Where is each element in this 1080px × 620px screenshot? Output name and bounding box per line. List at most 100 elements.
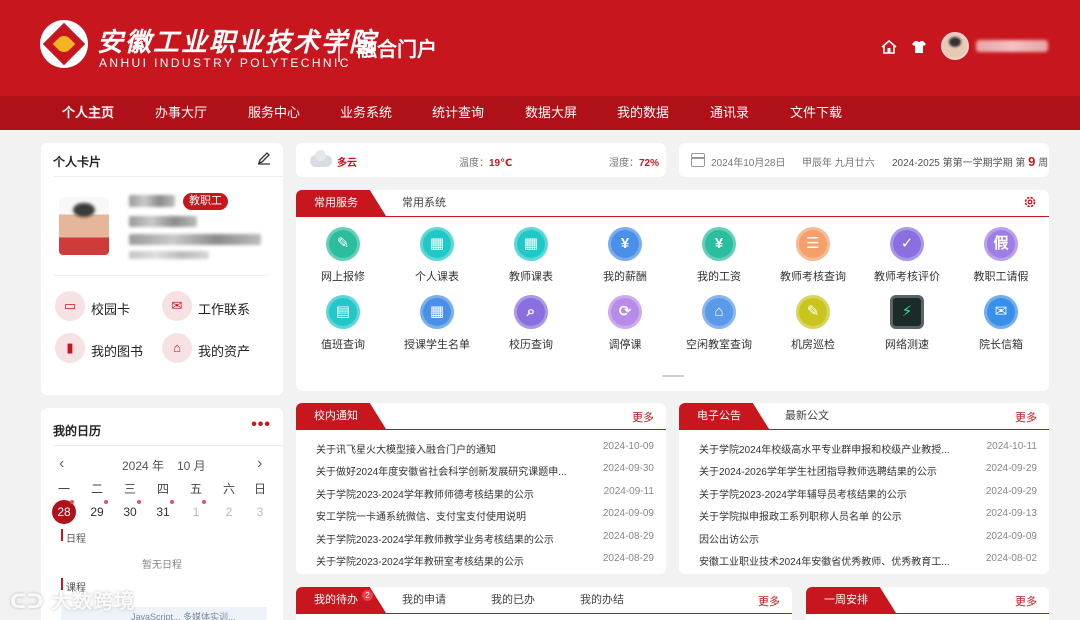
user-avatar[interactable] xyxy=(941,32,969,60)
list-item[interactable]: 关于讯飞星火大模型接入融合门户的通知 2024-10-09 xyxy=(316,441,654,457)
tab-campus-notices[interactable]: 校内通知 xyxy=(296,403,386,429)
service-icon: ⌂ xyxy=(702,295,736,329)
school-logo[interactable] xyxy=(40,20,88,68)
divider xyxy=(53,445,283,446)
list-item[interactable]: 安徽工业职业技术2024年安徽省优秀教师、优秀教育工... 2024-08-02 xyxy=(699,553,1037,569)
next-month-icon[interactable]: › xyxy=(257,455,262,473)
week-more-link[interactable]: 更多 xyxy=(1015,593,1037,609)
service-item[interactable]: ¥ 我的工资 xyxy=(677,227,761,284)
list-item-title: 关于2024-2026学年学生社团指导教师选聘结果的公示 xyxy=(699,467,937,479)
weekday-label: 一 xyxy=(57,482,70,496)
service-label: 教师考核评价 xyxy=(874,271,940,283)
weekday-label: 三 xyxy=(123,482,136,496)
list-item-date: 2024-09-09 xyxy=(602,508,654,520)
list-item-date: 2024-09-30 xyxy=(602,463,654,475)
profile-photo xyxy=(59,197,109,255)
event-dot xyxy=(170,500,174,504)
list-item[interactable]: 关于学院2023-2024学年教研室考核结果的公示 2024-08-29 xyxy=(316,553,654,569)
service-item[interactable]: ¥ 我的薪酬 xyxy=(583,227,667,284)
tab-underline xyxy=(296,613,792,614)
tab-underline xyxy=(296,216,1049,217)
my-assets-label: 我的资产 xyxy=(198,344,251,359)
weekday-label: 六 xyxy=(222,482,235,496)
service-item[interactable]: ☰ 教师考核查询 xyxy=(771,227,855,284)
school-name-en: ANHUI INDUSTRY POLYTECHNIC xyxy=(99,56,351,70)
todo-more-link[interactable]: 更多 xyxy=(758,593,780,609)
nav-item-downloads[interactable]: 文件下载 xyxy=(790,96,842,130)
role-badge: 教职工 xyxy=(183,193,228,210)
list-item-title: 关于学院2023-2024学年教师教学业务考核结果的公示 xyxy=(316,534,554,546)
list-item[interactable]: 关于2024-2026学年学生社团指导教师选聘结果的公示 2024-09-29 xyxy=(699,463,1037,479)
announcements-more-link[interactable]: 更多 xyxy=(1015,409,1037,425)
nav-item-service-center[interactable]: 服务中心 xyxy=(248,96,300,130)
list-item-title: 关于讯飞星火大模型接入融合门户的通知 xyxy=(316,445,496,456)
nav-item-home[interactable]: 个人主页 xyxy=(62,96,114,130)
week-number: 9 xyxy=(1028,154,1036,169)
tab-common-services[interactable]: 常用服务 xyxy=(296,190,386,216)
header-divider xyxy=(338,32,340,62)
tab-my-completed[interactable]: 我的办结 xyxy=(580,587,624,613)
humidity-value: 72% xyxy=(639,158,660,169)
service-label: 教师考核查询 xyxy=(780,271,846,283)
service-item[interactable]: ▦ 个人课表 xyxy=(395,227,479,284)
temperature-value: 19℃ xyxy=(489,158,513,169)
tab-weekly-schedule[interactable]: 一周安排 xyxy=(806,587,896,613)
tab-e-announcements[interactable]: 电子公告 xyxy=(679,403,769,429)
tab-my-done[interactable]: 我的已办 xyxy=(491,587,535,613)
list-item[interactable]: 关于学院2023-2024学年教师教学业务考核结果的公示 2024-08-29 xyxy=(316,531,654,547)
service-item[interactable]: ✉ 院长信箱 xyxy=(959,295,1043,352)
temperature: 温度：19℃ xyxy=(459,154,512,169)
week-schedule-card: 一周安排 更多 xyxy=(806,587,1049,620)
service-label: 我的工资 xyxy=(697,271,741,283)
more-icon[interactable]: ••• xyxy=(251,416,271,434)
nav-item-service-hall[interactable]: 办事大厅 xyxy=(155,96,207,130)
list-item[interactable]: 因公出访公示 2024-09-09 xyxy=(699,531,1037,547)
service-item[interactable]: ▤ 值班查询 xyxy=(301,295,385,352)
service-icon: ☰ xyxy=(796,227,830,261)
list-item[interactable]: 安工学院一卡通系统微信、支付宝支付使用说明 2024-09-09 xyxy=(316,508,654,524)
calendar-day[interactable]: 2 xyxy=(217,500,241,524)
nav-item-statistics[interactable]: 统计查询 xyxy=(432,96,484,130)
service-item[interactable]: ✎ 机房巡检 xyxy=(771,295,855,352)
nav-item-contacts[interactable]: 通讯录 xyxy=(710,96,749,130)
list-item[interactable]: 关于做好2024年度安徽省社会科学创新发展研究课题申... 2024-09-30 xyxy=(316,463,654,479)
service-item[interactable]: ⌂ 空闲教室查询 xyxy=(677,295,761,352)
service-label: 网络测速 xyxy=(885,339,929,351)
nav-item-my-data[interactable]: 我的数据 xyxy=(617,96,669,130)
user-name-blurred[interactable] xyxy=(976,40,1048,52)
service-item[interactable]: ▦ 教师课表 xyxy=(489,227,573,284)
tab-my-todo[interactable]: 我的待办 xyxy=(296,587,386,613)
list-item-title: 关于学院拟申报政工系列职称人员名单 的公示 xyxy=(699,512,902,524)
tab-latest-documents[interactable]: 最新公文 xyxy=(785,403,829,429)
service-item[interactable]: ⟳ 调停课 xyxy=(583,295,667,352)
list-item-title: 关于做好2024年度安徽省社会科学创新发展研究课题申... xyxy=(316,467,567,479)
list-item[interactable]: 关于学院2023-2024学年教师师德考核结果的公示 2024-09-11 xyxy=(316,486,654,502)
list-item[interactable]: 关于学院拟申报政工系列职称人员名单 的公示 2024-09-13 xyxy=(699,508,1037,524)
list-item[interactable]: 关于学院2023-2024学年辅导员考核结果的公示 2024-09-29 xyxy=(699,486,1037,502)
schedule-marker xyxy=(61,529,63,541)
service-item[interactable]: ✎ 网上报修 xyxy=(301,227,385,284)
cloudy-icon xyxy=(310,150,332,167)
tab-my-applications[interactable]: 我的申请 xyxy=(402,587,446,613)
service-item[interactable]: ⚡ 网络测速 xyxy=(865,295,949,352)
list-item-date: 2024-09-09 xyxy=(985,530,1037,542)
home-icon[interactable] xyxy=(880,38,898,56)
page-indicator[interactable] xyxy=(662,375,684,377)
tab-common-systems[interactable]: 常用系统 xyxy=(402,190,446,216)
service-icon: ⌕ xyxy=(514,295,548,329)
service-item[interactable]: ✓ 教师考核评价 xyxy=(865,227,949,284)
nav-item-data-screen[interactable]: 数据大屏 xyxy=(525,96,577,130)
service-icon: ¥ xyxy=(702,227,736,261)
service-item[interactable]: 假教职工请假 xyxy=(959,227,1043,284)
prev-month-icon[interactable]: ‹ xyxy=(59,455,64,473)
edit-icon[interactable] xyxy=(257,151,271,168)
list-item[interactable]: 关于学院2024年校级高水平专业群申报和校级产业教授... 2024-10-11 xyxy=(699,441,1037,457)
gear-icon[interactable] xyxy=(1023,195,1037,212)
calendar-day[interactable]: 3 xyxy=(248,500,272,524)
notices-more-link[interactable]: 更多 xyxy=(632,409,654,425)
service-item[interactable]: ⌕ 校历查询 xyxy=(489,295,573,352)
shirt-icon[interactable] xyxy=(910,38,928,56)
mail-icon: ✉ xyxy=(162,291,192,321)
nav-item-business[interactable]: 业务系统 xyxy=(340,96,392,130)
service-item[interactable]: ▦ 授课学生名单 xyxy=(395,295,479,352)
